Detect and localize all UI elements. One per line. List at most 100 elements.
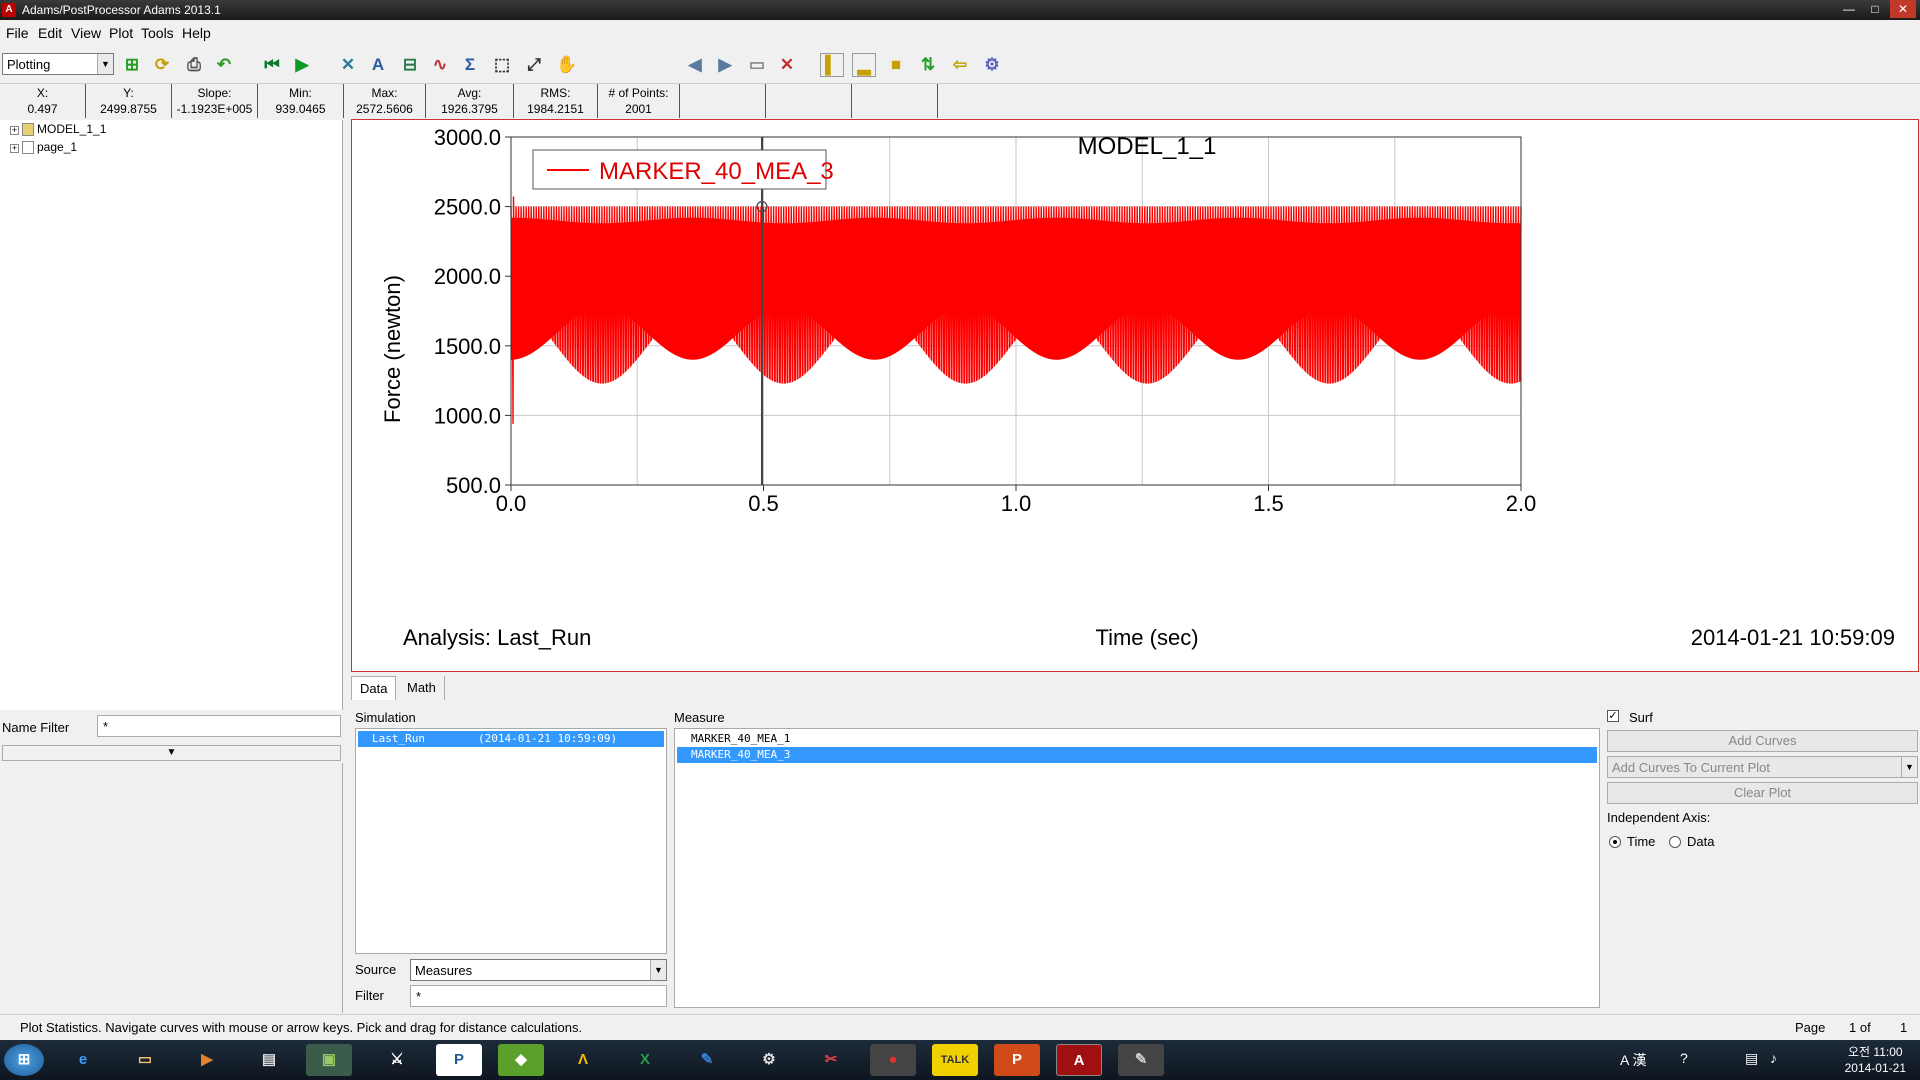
chevron-down-icon: ▼ <box>97 54 113 74</box>
grid-icon[interactable]: ⊟ <box>398 53 422 77</box>
layout-1-icon[interactable]: ▍ <box>820 53 844 77</box>
plot-timestamp: 2014-01-21 10:59:09 <box>1691 625 1895 650</box>
y-tick-label: 2500.0 <box>434 195 501 220</box>
chevron-down-icon: ▼ <box>650 960 666 980</box>
source-select[interactable]: Measures ▼ <box>410 959 667 981</box>
delete-page-icon[interactable]: ✕ <box>775 53 799 77</box>
text-icon[interactable]: A <box>366 53 390 77</box>
status-message: Plot Statistics. Navigate curves with mo… <box>20 1020 583 1035</box>
next-page-icon[interactable]: ▶ <box>713 53 737 77</box>
tree-item-page[interactable]: + page_1 <box>10 140 77 156</box>
layout-3-icon[interactable]: ■ <box>884 53 908 77</box>
sigma-icon[interactable]: Σ <box>458 53 482 77</box>
page-icon[interactable]: ▭ <box>745 53 769 77</box>
internet-explorer-icon[interactable]: e <box>60 1044 106 1076</box>
window-titlebar: A Adams/PostProcessor Adams 2013.1 — □ ✕ <box>0 0 1920 20</box>
new-page-icon[interactable]: ⊞ <box>120 53 144 77</box>
menu-help[interactable]: Help <box>182 25 211 41</box>
mode-select[interactable]: Plotting ▼ <box>2 53 114 75</box>
stat-rms: RMS: 1984.2151 <box>514 84 598 118</box>
chart-legend: MARKER_40_MEA_3 <box>532 149 834 190</box>
layout-2-icon[interactable]: ▂ <box>852 53 876 77</box>
powerpoint-icon[interactable]: P <box>994 1044 1040 1076</box>
list-item-simulation[interactable]: Last_Run (2014-01-21 10:59:09) <box>358 731 664 747</box>
swap-icon[interactable]: ⇅ <box>916 53 940 77</box>
filter-input[interactable]: * <box>410 985 667 1007</box>
refresh-icon[interactable]: ⟳ <box>150 53 174 77</box>
settings-gear-icon[interactable]: ⚙ <box>980 53 1004 77</box>
tree-item-model[interactable]: + MODEL_1_1 <box>10 122 106 138</box>
volume-icon[interactable]: ♪ <box>1770 1050 1777 1066</box>
menu-edit[interactable]: Edit <box>38 25 62 41</box>
expand-filter-button[interactable]: ▼ <box>2 745 341 761</box>
app-green-icon[interactable]: ◆ <box>498 1044 544 1076</box>
app-window-icon[interactable]: ▣ <box>306 1044 352 1076</box>
pan-hand-icon[interactable]: ✋ <box>555 53 579 77</box>
app-p-icon[interactable]: P <box>436 1044 482 1076</box>
tab-math[interactable]: Math <box>399 676 445 700</box>
app-active-icon[interactable]: ✎ <box>1118 1044 1164 1076</box>
notepad-icon[interactable]: ▤ <box>246 1044 292 1076</box>
media-player-icon[interactable]: ▶ <box>184 1044 230 1076</box>
menu-plot[interactable]: Plot <box>109 25 133 41</box>
arrow-left-icon[interactable]: ⇦ <box>948 53 972 77</box>
ime-indicator[interactable]: A 漢 <box>1620 1050 1646 1070</box>
app-record-icon[interactable]: ● <box>870 1044 916 1076</box>
add-curves-button[interactable]: Add Curves <box>1607 730 1918 752</box>
list-item-measure[interactable]: MARKER_40_MEA_1 <box>677 731 1597 747</box>
window-title: Adams/PostProcessor Adams 2013.1 <box>22 3 221 17</box>
undo-icon[interactable]: ↶ <box>212 53 236 77</box>
simulation-list[interactable]: Last_Run (2014-01-21 10:59:09) <box>355 728 667 954</box>
excel-icon[interactable]: X <box>622 1044 668 1076</box>
list-item-measure-selected[interactable]: MARKER_40_MEA_3 <box>677 747 1597 763</box>
minimize-button[interactable]: — <box>1836 0 1862 18</box>
curve-edit-icon[interactable]: ∿ <box>428 53 452 77</box>
menu-view[interactable]: View <box>71 25 101 41</box>
y-tick-label: 500.0 <box>446 473 501 498</box>
expand-icon[interactable]: + <box>10 144 19 153</box>
filter-label: Filter <box>355 988 384 1003</box>
app-blue-icon[interactable]: ✎ <box>684 1044 730 1076</box>
close-button[interactable]: ✕ <box>1890 0 1916 18</box>
chevron-down-icon: ▼ <box>1901 757 1917 777</box>
surf-checkbox[interactable]: ✓ <box>1607 710 1619 722</box>
adams-icon[interactable]: A <box>1056 1044 1102 1076</box>
tools-icon[interactable]: ✕ <box>336 53 360 77</box>
kakaotalk-icon[interactable]: TALK <box>932 1044 978 1076</box>
name-filter-input[interactable]: * <box>97 715 341 737</box>
tab-data[interactable]: Data <box>351 676 397 700</box>
app-lambda-icon[interactable]: Λ <box>560 1044 606 1076</box>
stat-max: Max: 2572.5606 <box>344 84 426 118</box>
measure-list[interactable]: MARKER_40_MEA_1 MARKER_40_MEA_3 <box>674 728 1600 1008</box>
time-radio[interactable] <box>1609 836 1621 848</box>
add-curves-mode-select[interactable]: Add Curves To Current Plot ▼ <box>1607 756 1918 778</box>
prev-page-icon[interactable]: ◀ <box>683 53 707 77</box>
expand-icon[interactable]: + <box>10 126 19 135</box>
stat-empty-2 <box>766 84 852 118</box>
force-chart[interactable]: 0.0 0.5 1.0 1.5 2.0500.01000.01500.02000.025… <box>352 120 1918 671</box>
fit-icon[interactable]: ⤢ <box>522 53 546 77</box>
stat-empty-3 <box>852 84 938 118</box>
network-icon[interactable]: ▤ <box>1745 1050 1758 1067</box>
plot-area[interactable]: 0.0 0.5 1.0 1.5 2.0 500.0 1000.0 1500.0 2000.0 25… <box>351 119 1919 672</box>
play-icon[interactable]: ▶ <box>290 53 314 77</box>
system-clock[interactable]: 오전 11:00 2014-01-21 <box>1845 1044 1906 1076</box>
data-radio[interactable] <box>1669 836 1681 848</box>
start-button-icon[interactable]: ⊞ <box>4 1044 44 1076</box>
model-tree: + MODEL_1_1 + page_1 <box>0 120 343 710</box>
first-frame-icon[interactable]: ⏮ <box>260 53 284 77</box>
file-explorer-icon[interactable]: ▭ <box>122 1044 168 1076</box>
menu-tools[interactable]: Tools <box>141 25 174 41</box>
app-tool-icon[interactable]: ✂ <box>808 1044 854 1076</box>
clear-plot-button[interactable]: Clear Plot <box>1607 782 1918 804</box>
source-select-value: Measures <box>415 963 473 978</box>
app-gear-icon[interactable]: ⚙ <box>746 1044 792 1076</box>
maximize-button[interactable]: □ <box>1862 0 1888 18</box>
menu-file[interactable]: File <box>6 25 29 41</box>
help-icon[interactable]: ? <box>1680 1050 1688 1066</box>
stat-x: X: 0.497 <box>0 84 86 118</box>
zoom-box-icon[interactable]: ⬚ <box>490 53 514 77</box>
app-a-icon[interactable]: ⚔ <box>374 1044 420 1076</box>
print-icon[interactable]: ⎙ <box>182 53 206 77</box>
toolbar: Plotting ▼ ⊞ ⟳ ⎙ ↶ ⏮ ▶ ✕ A ⊟ ∿ Σ ⬚ ⤢ ✋ ◀… <box>0 44 1920 84</box>
